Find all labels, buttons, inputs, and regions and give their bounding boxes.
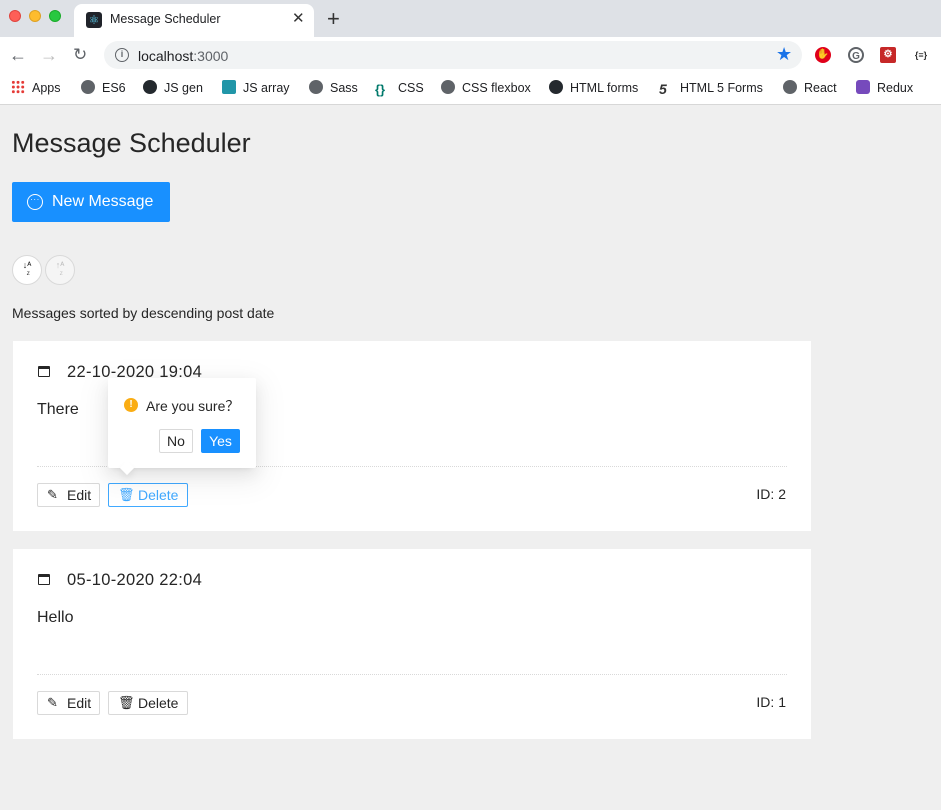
exclamation-circle-icon: ! [124, 398, 138, 412]
message-id: ID: 2 [756, 486, 786, 502]
site-info-icon[interactable]: i [115, 48, 129, 62]
browser-tab[interactable]: ⚛ Message Scheduler ✕ [74, 4, 314, 37]
page-title: Message Scheduler [12, 128, 251, 158]
bookmark-sass[interactable]: Sass [309, 79, 358, 97]
message-icon: ··· [27, 194, 43, 210]
adblock-extension-icon[interactable]: ✋ [815, 47, 831, 63]
bookmark-html-forms[interactable]: HTML forms [549, 79, 638, 97]
forward-arrow-icon[interactable]: → [40, 43, 58, 67]
bookmark-es6[interactable]: ES6 [81, 79, 126, 97]
bookmark-redux[interactable]: Redux [856, 79, 913, 97]
browser-tab-bar: ⚛ Message Scheduler ✕ + [0, 0, 941, 37]
sort-ascending-button[interactable]: ↑ᴬ ᶻ [45, 255, 75, 285]
message-id: ID: 1 [756, 694, 786, 710]
js-icon [222, 80, 236, 94]
bookmark-html5-forms[interactable]: 5 HTML 5 Forms [659, 79, 763, 97]
bookmark-css[interactable]: {} CSS [375, 79, 424, 97]
bookmark-star-icon[interactable]: ★ [776, 44, 792, 65]
html5-icon: 5 [659, 81, 667, 97]
edit-button[interactable]: ✎ Edit [37, 691, 100, 715]
bookmark-js-gen[interactable]: JS gen [143, 79, 203, 97]
address-bar[interactable]: i localhost:3000 ★ [104, 41, 802, 69]
confirm-yes-button[interactable]: Yes [201, 429, 240, 453]
app-page: Message Scheduler ··· New Message ↓ᴬ ᶻ ↑… [0, 106, 941, 810]
bookmark-js-array[interactable]: JS array [222, 79, 290, 97]
globe-icon [81, 80, 95, 94]
sort-descending-button[interactable]: ↓ᴬ ᶻ [12, 255, 42, 285]
react-favicon-icon: ⚛ [86, 12, 102, 28]
message-text: Hello [37, 609, 74, 626]
delete-confirm-popover: ! Are you sure？ No Yes [108, 378, 256, 476]
globe-icon [783, 80, 797, 94]
message-date: 05-10-2020 22:04 [67, 571, 203, 589]
edit-button[interactable]: ✎ Edit [37, 483, 100, 507]
tab-title: Message Scheduler [110, 12, 221, 26]
bookmark-react[interactable]: React [783, 79, 837, 97]
edit-pencil-icon: ✎ [47, 487, 58, 502]
browser-toolbar: ← → ↻ i localhost:3000 ★ ✋ G ⚙ {≡} [0, 37, 941, 73]
url-text[interactable]: localhost:3000 [138, 48, 228, 64]
new-message-button[interactable]: ··· New Message [12, 182, 170, 222]
tab-close-icon[interactable]: ✕ [292, 11, 305, 27]
new-tab-button[interactable]: + [327, 6, 340, 32]
edit-pencil-icon: ✎ [47, 695, 58, 710]
reload-icon[interactable]: ↻ [73, 43, 87, 67]
sort-caption: Messages sorted by descending post date [12, 305, 275, 321]
delete-button[interactable]: 🗑 Delete [108, 691, 188, 715]
window-maximize-button[interactable] [49, 10, 61, 22]
json-viewer-extension-icon[interactable]: {≡} [912, 47, 930, 63]
globe-icon [309, 80, 323, 94]
back-arrow-icon[interactable]: ← [9, 43, 27, 67]
redux-icon [856, 80, 870, 94]
braces-icon: {} [375, 82, 386, 97]
message-text: There [37, 401, 79, 418]
github-icon [549, 80, 563, 94]
window-close-button[interactable] [9, 10, 21, 22]
trash-icon: 🗑 [118, 487, 135, 502]
delete-button[interactable]: 🗑 Delete [108, 483, 188, 507]
message-card: 05-10-2020 22:04 Hello ✎ Edit 🗑 Delete I… [13, 549, 811, 739]
confirm-message: Are you sure？ [146, 398, 240, 414]
bookmarks-bar: Apps ES6 JS gen JS array Sass {} CSS CSS … [0, 73, 941, 105]
window-minimize-button[interactable] [29, 10, 41, 22]
extension-icon[interactable]: ⚙ [880, 47, 896, 63]
grammarly-extension-icon[interactable]: G [848, 47, 864, 63]
calendar-icon [38, 366, 50, 377]
card-divider [37, 674, 787, 675]
trash-icon: 🗑 [118, 695, 135, 710]
globe-icon [441, 80, 455, 94]
confirm-no-button[interactable]: No [159, 429, 193, 453]
calendar-icon [38, 574, 50, 585]
bookmark-css-flexbox[interactable]: CSS flexbox [441, 79, 531, 97]
github-icon [143, 80, 157, 94]
bookmark-apps[interactable]: Apps [11, 79, 61, 97]
apps-grid-icon [11, 80, 25, 94]
